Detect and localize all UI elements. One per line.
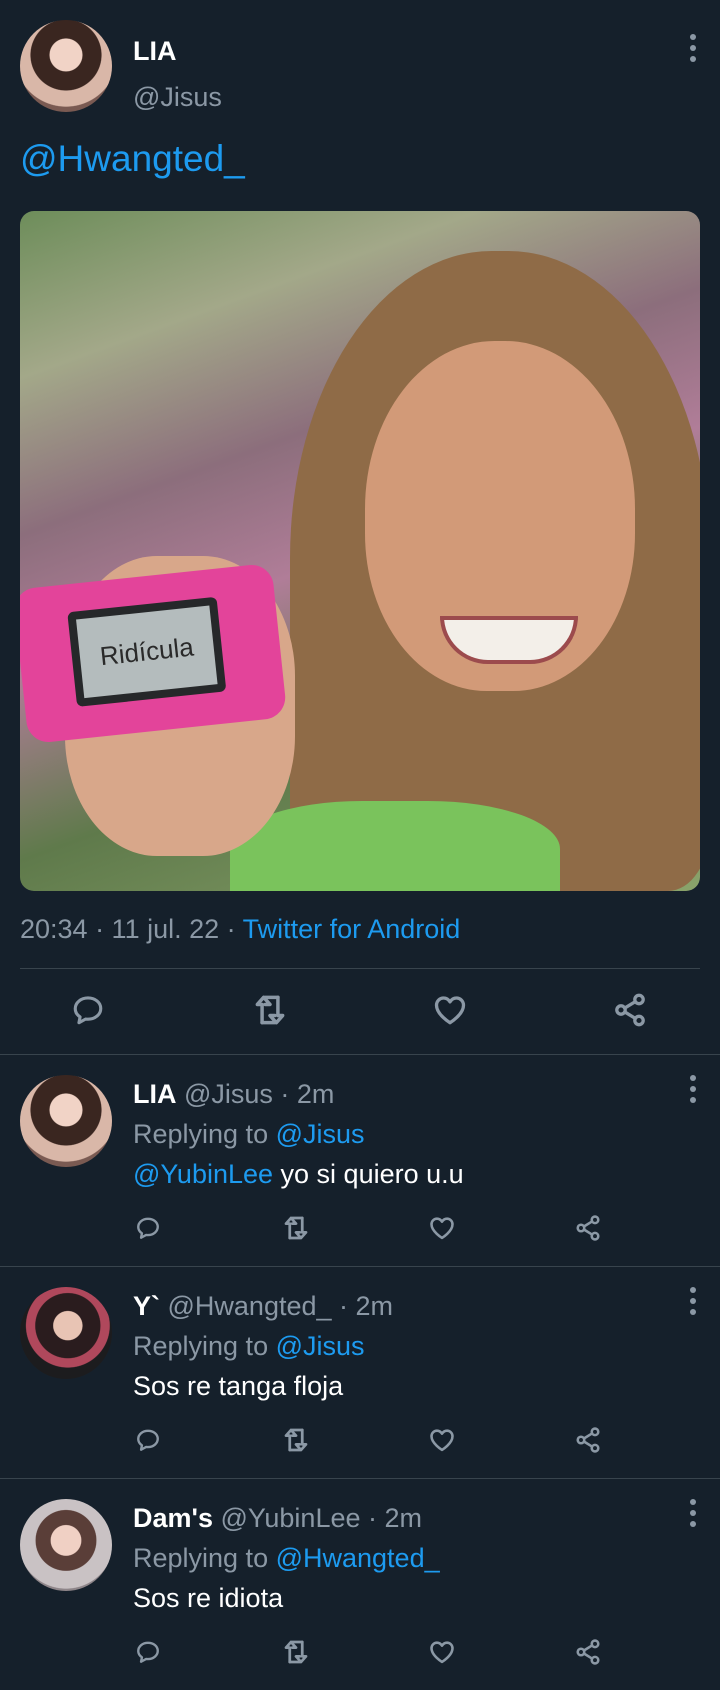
tweet-mention[interactable]: @Hwangted_	[20, 138, 245, 180]
avatar[interactable]	[20, 1075, 112, 1167]
handle-time: @YubinLee · 2m	[212, 1503, 422, 1533]
more-icon[interactable]	[681, 1281, 705, 1321]
avatar[interactable]	[20, 1287, 112, 1379]
tweet-source[interactable]: Twitter for Android	[243, 914, 461, 944]
reply-button[interactable]	[128, 1208, 168, 1248]
reply-text: @YubinLee yo si quiero u.u	[133, 1159, 464, 1190]
like-button[interactable]	[422, 1208, 462, 1248]
reply-icon	[71, 993, 105, 1027]
reply-text: Sos re tanga floja	[133, 1371, 343, 1402]
reply-text: Sos re idiota	[133, 1583, 283, 1614]
photo-phone: Ridícula	[20, 562, 288, 745]
handle-time: @Jisus · 2m	[176, 1079, 335, 1109]
replying-handle[interactable]: @Jisus	[276, 1119, 365, 1149]
replying-to: Replying to @Jisus	[133, 1331, 365, 1362]
reply-icon	[135, 1215, 161, 1241]
reply-body: yo si quiero u.u	[273, 1159, 464, 1189]
retweet-button[interactable]	[250, 990, 290, 1030]
handle-time: @Hwangted_ · 2m	[160, 1291, 394, 1321]
reply-icon	[135, 1639, 161, 1665]
reply-header: LIA @Jisus · 2m	[133, 1079, 334, 1110]
display-name[interactable]: Dam's	[133, 1503, 213, 1533]
reply-button[interactable]	[68, 990, 108, 1030]
retweet-button[interactable]	[276, 1632, 316, 1672]
share-button[interactable]	[568, 1208, 608, 1248]
avatar[interactable]	[20, 1499, 112, 1591]
reply-icon	[135, 1427, 161, 1453]
replying-handle[interactable]: @Jisus	[276, 1331, 365, 1361]
retweet-icon	[251, 991, 289, 1029]
like-icon	[432, 992, 468, 1028]
share-button[interactable]	[568, 1632, 608, 1672]
reply-tweet[interactable]: Dam's @YubinLee · 2m Replying to @Hwangt…	[0, 1479, 720, 1690]
timestamp: 20:34 · 11 jul. 22 ·	[20, 914, 243, 944]
share-icon	[574, 1638, 602, 1666]
replying-to: Replying to @Jisus	[133, 1119, 365, 1150]
share-button[interactable]	[610, 990, 650, 1030]
more-icon[interactable]	[681, 28, 705, 68]
reply-tweet[interactable]: LIA @Jisus · 2m Replying to @Jisus @Yubi…	[0, 1055, 720, 1266]
handle[interactable]: @Jisus	[133, 82, 222, 113]
photo-shirt	[230, 801, 560, 891]
like-button[interactable]	[430, 990, 470, 1030]
display-name[interactable]: LIA	[133, 36, 177, 67]
retweet-button[interactable]	[276, 1420, 316, 1460]
image-caption-text: Ridícula	[98, 631, 196, 672]
reply-header: Y` @Hwangted_ · 2m	[133, 1291, 393, 1322]
share-icon	[574, 1426, 602, 1454]
replying-to: Replying to @Hwangted_	[133, 1543, 440, 1574]
display-name[interactable]: Y`	[133, 1291, 160, 1321]
reply-header: Dam's @YubinLee · 2m	[133, 1503, 422, 1534]
display-name[interactable]: LIA	[133, 1079, 177, 1109]
retweet-button[interactable]	[276, 1208, 316, 1248]
reply-body: Sos re idiota	[133, 1583, 284, 1613]
retweet-icon	[281, 1637, 311, 1667]
replying-label: Replying to	[133, 1543, 276, 1573]
like-button[interactable]	[422, 1632, 462, 1672]
reply-body: Sos re tanga floja	[133, 1371, 344, 1401]
phone-display: Ridícula	[76, 605, 218, 699]
reply-button[interactable]	[128, 1632, 168, 1672]
replying-handle[interactable]: @Hwangted_	[276, 1543, 440, 1573]
retweet-icon	[281, 1425, 311, 1455]
like-icon	[428, 1214, 456, 1242]
replying-label: Replying to	[133, 1331, 276, 1361]
divider	[20, 968, 700, 969]
like-icon	[428, 1426, 456, 1454]
more-icon[interactable]	[681, 1493, 705, 1533]
mention[interactable]: @YubinLee	[133, 1159, 273, 1189]
like-button[interactable]	[422, 1420, 462, 1460]
retweet-icon	[281, 1213, 311, 1243]
share-icon	[612, 992, 648, 1028]
like-icon	[428, 1638, 456, 1666]
reply-button[interactable]	[128, 1420, 168, 1460]
share-icon	[574, 1214, 602, 1242]
share-button[interactable]	[568, 1420, 608, 1460]
phone-screen: Ridícula	[67, 596, 227, 707]
avatar[interactable]	[20, 20, 112, 112]
main-tweet: LIA @Jisus @Hwangted_ Ridícula 20:34 · 1…	[0, 0, 720, 1054]
reply-tweet[interactable]: Y` @Hwangted_ · 2m Replying to @Jisus So…	[0, 1267, 720, 1478]
replying-label: Replying to	[133, 1119, 276, 1149]
tweet-image[interactable]: Ridícula	[20, 211, 700, 891]
more-icon[interactable]	[681, 1069, 705, 1109]
timestamp-line: 20:34 · 11 jul. 22 · Twitter for Android	[20, 914, 460, 945]
